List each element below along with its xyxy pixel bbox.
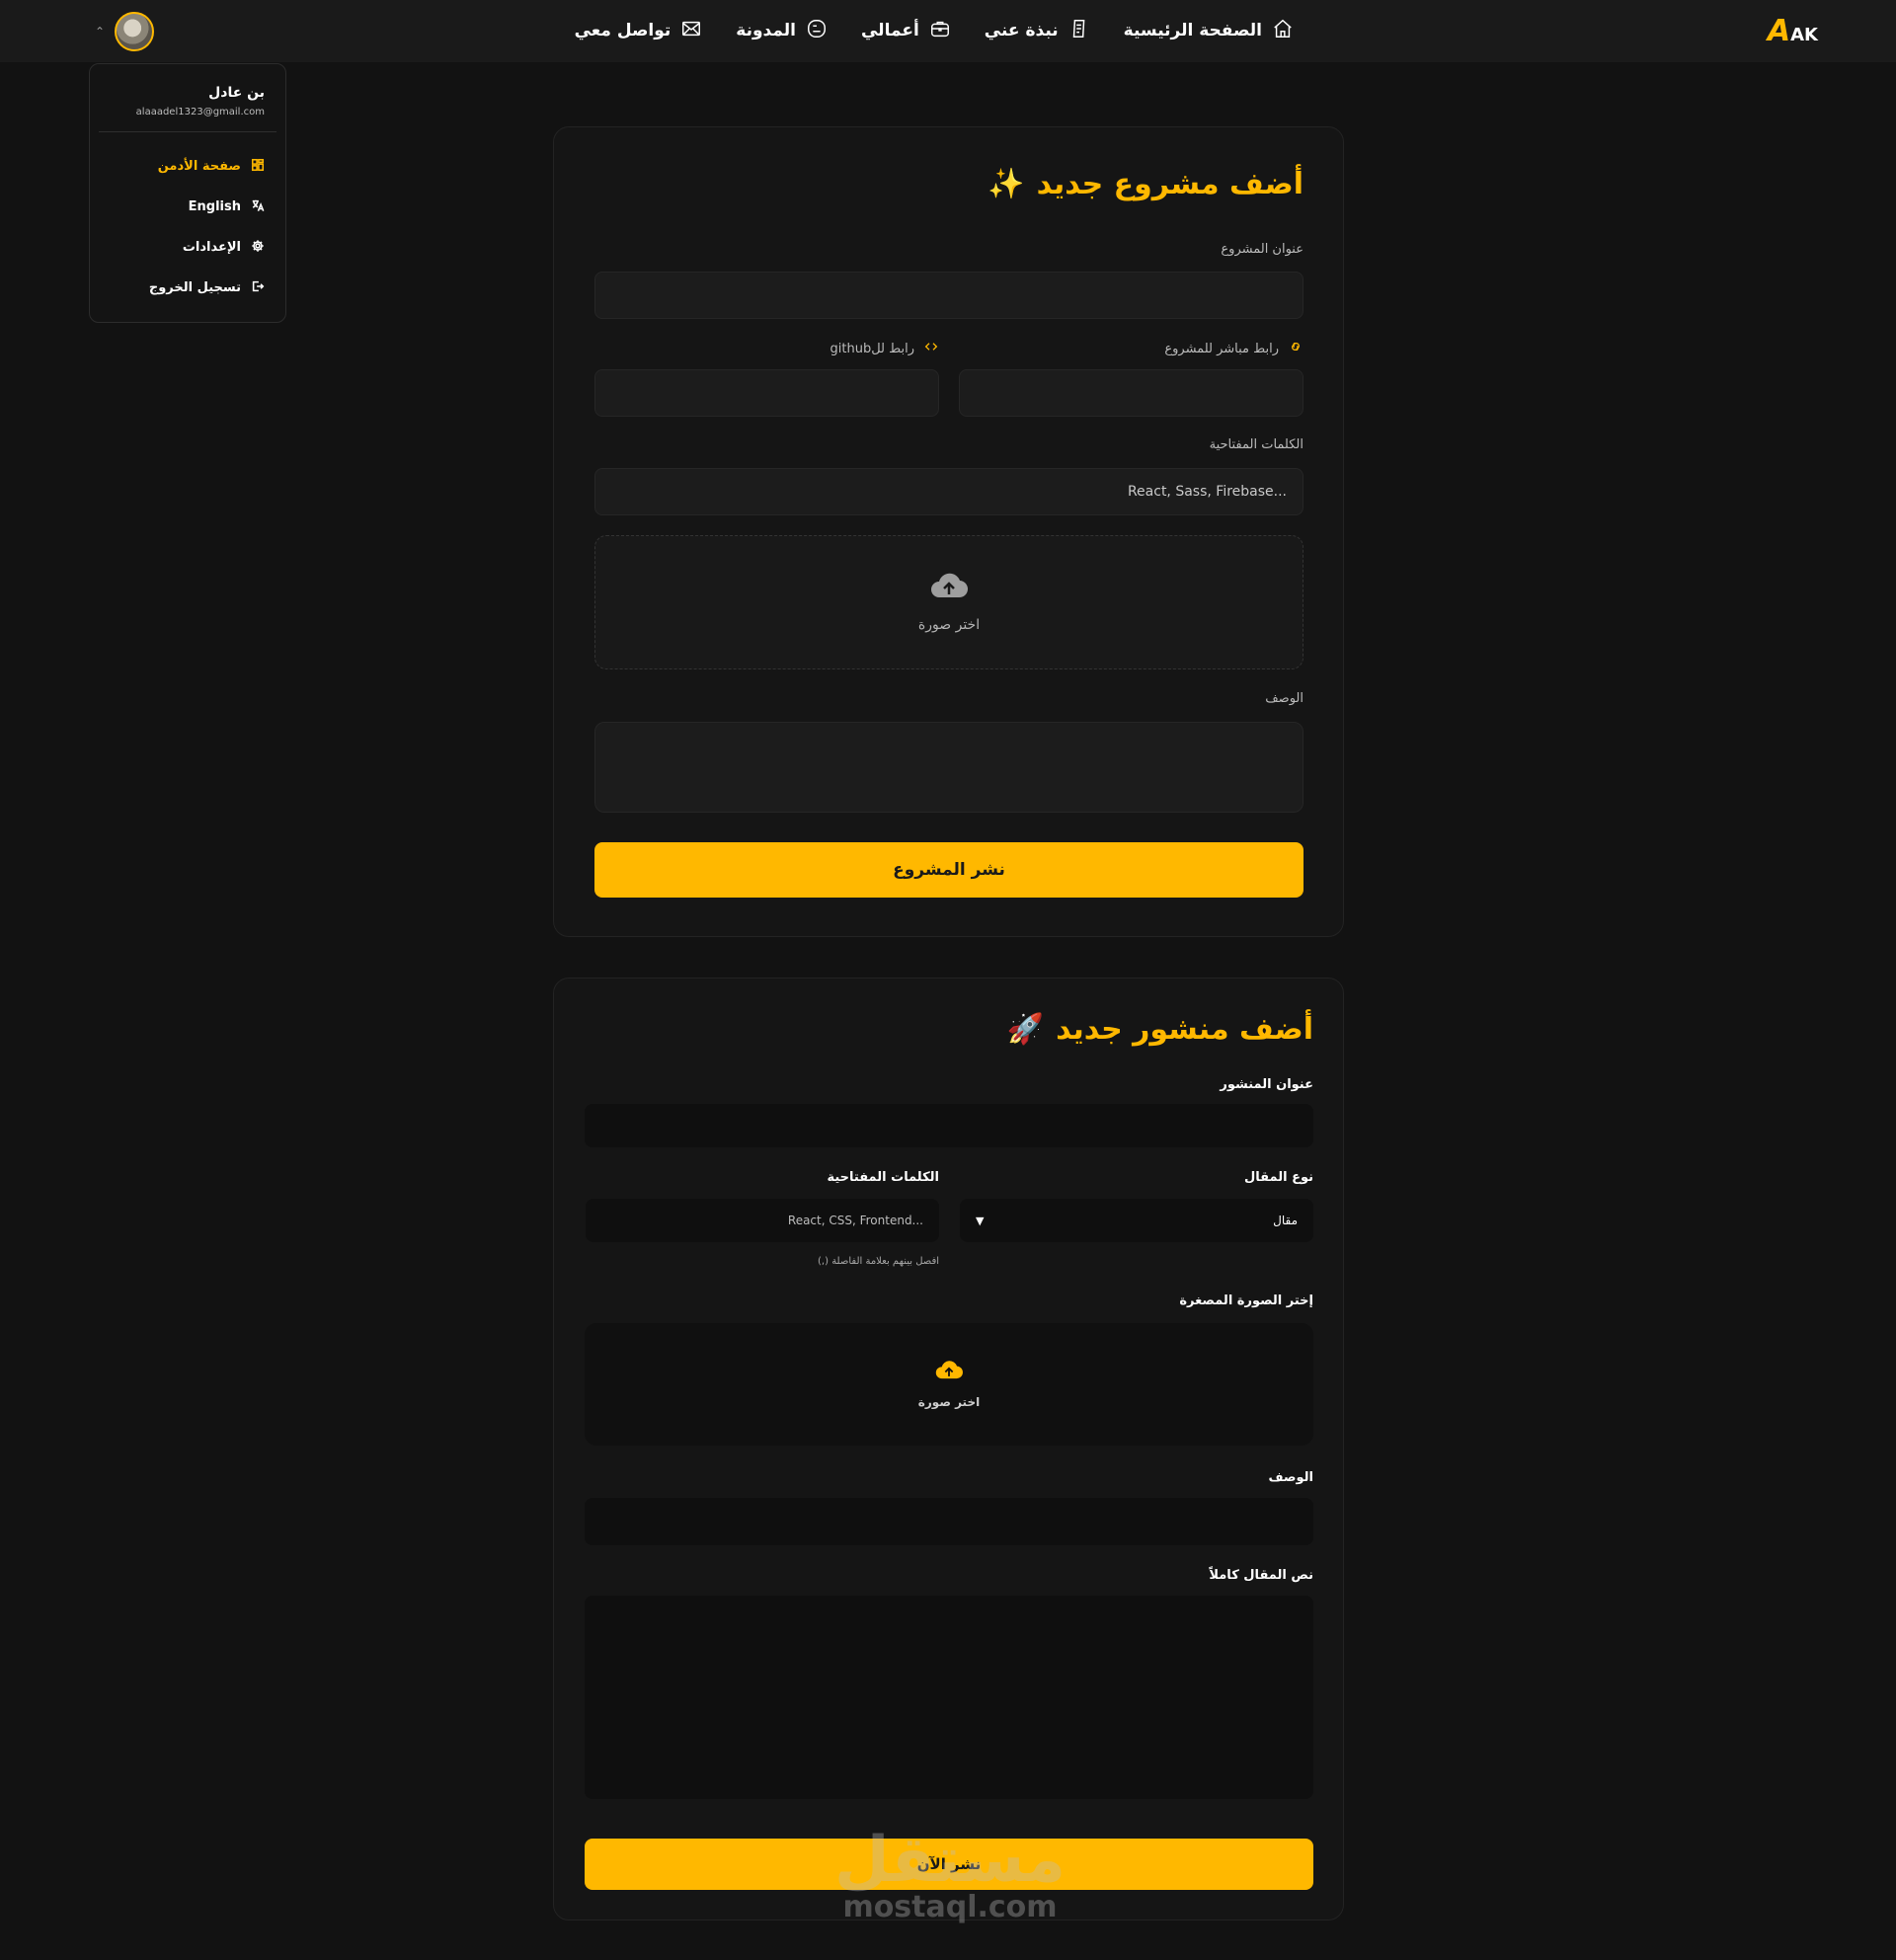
translate-icon [251, 198, 265, 216]
menu-item-settings-label: الإعدادات [182, 240, 241, 255]
menu-item-settings[interactable]: الإعدادات [111, 227, 265, 268]
post-type-selected: مقال [1273, 1214, 1298, 1227]
publish-post-button-label: نشر الآن [916, 1855, 982, 1873]
post-keywords-label: الكلمات المفتاحية [827, 1170, 939, 1185]
project-github-label-text: رابط لل‎github [830, 341, 915, 356]
top-navbar: A AK الصفحة الرئيسية نبذة عني أعمالي الم… [0, 0, 1896, 62]
menu-divider [99, 131, 276, 132]
project-live-link-label-text: رابط مباشر للمشروع [1164, 341, 1279, 356]
nav-contact-label: تواصل معي [574, 21, 672, 40]
post-upload-label: اختر صورة [917, 1395, 981, 1409]
nav-home-label: الصفحة الرئيسية [1123, 21, 1262, 40]
project-live-link-input[interactable] [959, 369, 1304, 417]
project-image-upload[interactable]: اختر صورة [594, 535, 1304, 669]
nav-works-label: أعمالي [860, 21, 919, 40]
project-keywords-placeholder: React, Sass, Firebase... [1127, 484, 1287, 500]
user-dropdown-menu: بن عادل alaaadel1323@gmail.com صفحة الأد… [89, 63, 286, 323]
logout-icon [251, 279, 265, 297]
new-project-title-text: أضف مشروع جديد [1036, 167, 1304, 201]
logo-text: AK [1790, 25, 1818, 45]
nav-home-link[interactable]: الصفحة الرئيسية [1124, 18, 1294, 44]
nav-works-link[interactable]: أعمالي [861, 18, 951, 44]
blog-icon [806, 18, 828, 44]
gear-icon [251, 239, 265, 257]
dashboard-icon [251, 158, 265, 176]
post-title-label: عنوان المنشور [1220, 1077, 1313, 1092]
user-email: alaaadel1323@gmail.com [135, 107, 265, 118]
new-post-card: أضف منشور جديد 🚀 عنوان المنشور نوع المقا… [553, 978, 1344, 1921]
menu-item-admin-label: صفحة الأدمن [157, 159, 241, 174]
avatar[interactable] [115, 12, 155, 51]
project-upload-label: اختر صورة [917, 617, 981, 633]
project-description-textarea[interactable] [594, 722, 1304, 813]
publish-project-button[interactable]: نشر المشروع [594, 842, 1304, 898]
post-keywords-input[interactable]: React, CSS, Frontend... [586, 1199, 939, 1242]
nav-about-link[interactable]: نبذة عني [985, 18, 1090, 44]
cloud-upload-icon [929, 572, 969, 605]
publish-project-button-label: نشر المشروع [893, 860, 1005, 880]
new-project-title: أضف مشروع جديد ✨ [988, 167, 1304, 201]
publish-post-button[interactable]: نشر الآن [585, 1839, 1313, 1890]
post-keywords-hint: افصل بينهم بعلامة الفاصلة (,) [818, 1256, 939, 1267]
logo-letter: A [1767, 14, 1791, 48]
project-keywords-label-text: الكلمات المفتاحية [1209, 437, 1304, 452]
chevron-down-icon: ▼ [976, 1214, 985, 1227]
new-post-title-text: أضف منشور جديد [1056, 1012, 1313, 1047]
project-live-link-label: رابط مباشر للمشروع [1164, 339, 1304, 358]
link-icon [1288, 339, 1304, 358]
code-icon [923, 339, 939, 358]
nav-about-label: نبذة عني [984, 21, 1059, 40]
post-keywords-placeholder: React, CSS, Frontend... [787, 1214, 923, 1227]
post-body-textarea[interactable] [585, 1596, 1313, 1799]
new-project-card: أضف مشروع جديد ✨ عنوان المشروع رابط مباش… [553, 126, 1344, 937]
rocket-icon: 🚀 [1006, 1012, 1045, 1047]
chevron-up-icon[interactable]: ⌃ [95, 25, 105, 39]
menu-item-logout-label: تسجيل الخروج [148, 280, 241, 295]
new-post-title: أضف منشور جديد 🚀 [1007, 1012, 1313, 1047]
post-description-label: الوصف [1268, 1470, 1313, 1485]
menu-item-logout[interactable]: تسجيل الخروج [111, 268, 265, 308]
post-description-input[interactable] [585, 1498, 1313, 1545]
post-body-label: نص المقال كاملاً [1209, 1568, 1313, 1583]
nav-contact-link[interactable]: تواصل معي [575, 18, 703, 44]
project-keywords-input[interactable]: React, Sass, Firebase... [594, 468, 1304, 515]
project-description-label-text: الوصف [1265, 691, 1304, 706]
project-keywords-label: الكلمات المفتاحية [1210, 437, 1304, 452]
project-title-label-text: عنوان المشروع [1221, 242, 1304, 257]
sparkles-icon: ✨ [988, 167, 1025, 201]
main-nav: الصفحة الرئيسية نبذة عني أعمالي المدونة … [575, 16, 1294, 45]
site-logo[interactable]: A AK [1768, 17, 1818, 46]
project-github-input[interactable] [594, 369, 939, 417]
post-thumbnail-upload[interactable]: اختر صورة [585, 1323, 1313, 1446]
menu-item-admin[interactable]: صفحة الأدمن [111, 146, 265, 187]
menu-item-language-label: English [188, 199, 241, 214]
post-thumbnail-label: إختر الصورة المصغرة [1179, 1294, 1313, 1308]
home-icon [1272, 18, 1294, 44]
nav-blog-label: المدونة [736, 21, 796, 40]
project-github-label: رابط لل‎github [830, 339, 940, 358]
project-title-label: عنوان المشروع [1221, 242, 1304, 257]
post-type-select[interactable]: مقال ▼ [960, 1199, 1313, 1242]
briefcase-icon [929, 18, 951, 44]
post-title-input[interactable] [585, 1104, 1313, 1147]
mail-icon [680, 18, 702, 44]
document-icon [1068, 18, 1090, 44]
project-title-input[interactable] [594, 272, 1304, 319]
post-type-label: نوع المقال [1243, 1170, 1313, 1185]
user-name: بن عادل [208, 85, 265, 101]
user-menu-toggle[interactable]: ⌃ [95, 12, 155, 51]
menu-item-language[interactable]: English [111, 187, 265, 227]
nav-blog-link[interactable]: المدونة [736, 18, 828, 44]
cloud-upload-icon [934, 1360, 964, 1385]
project-description-label: الوصف [1265, 691, 1304, 706]
